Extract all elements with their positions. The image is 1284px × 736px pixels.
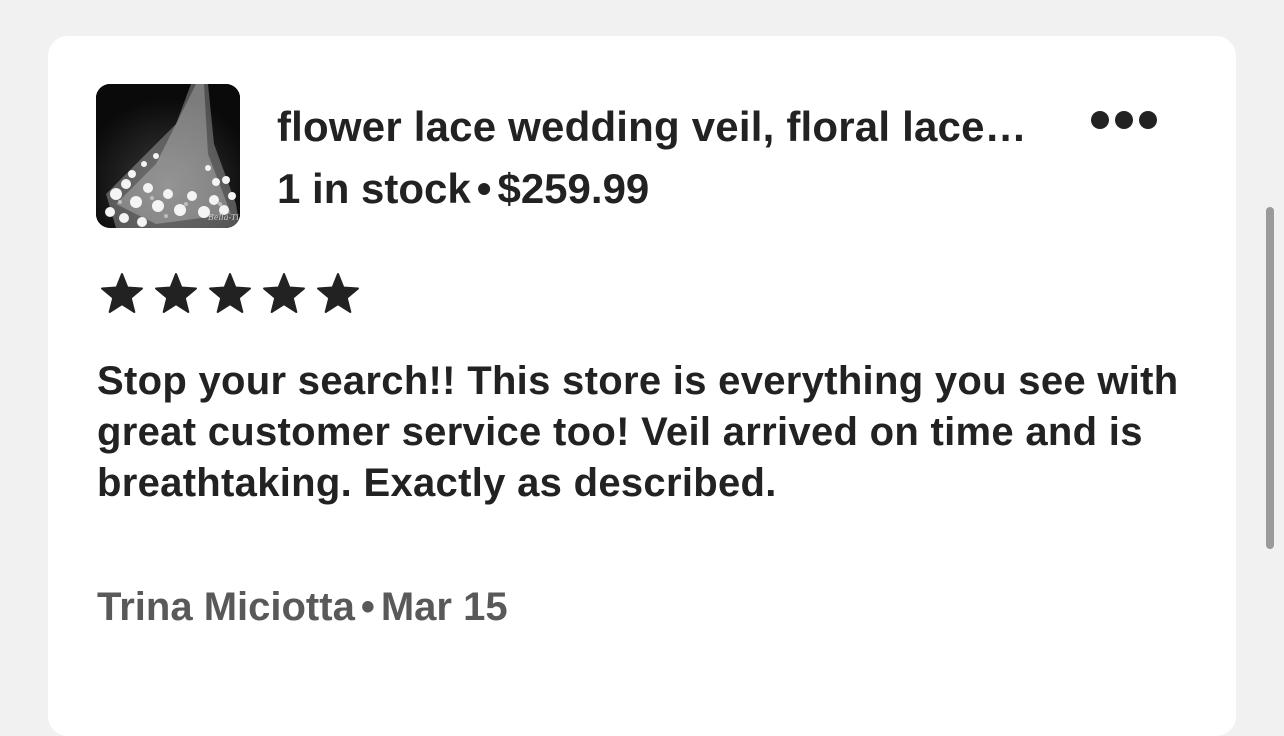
star-icon <box>101 273 143 313</box>
reviewer-name[interactable]: Trina Miciotta <box>97 585 355 629</box>
more-options-button[interactable] <box>1084 102 1174 142</box>
star-icon <box>155 273 197 313</box>
star-icon <box>317 273 359 313</box>
review-date: Mar 15 <box>380 585 508 629</box>
thumbnail-watermark: Bella-Tiara <box>207 213 240 222</box>
separator-dot: • <box>476 165 492 212</box>
stock-count: 1 in stock <box>277 165 471 212</box>
more-horizontal-icon <box>1091 111 1157 129</box>
star-icon <box>209 273 251 313</box>
review-card: Bella-Tiara flower lace wedding veil, fl… <box>48 36 1236 736</box>
star-rating <box>100 272 360 316</box>
stock-price-line: 1 in stock • $259.99 <box>277 164 649 214</box>
listing-price: $259.99 <box>497 165 650 212</box>
listing-thumbnail[interactable]: Bella-Tiara <box>96 84 240 228</box>
review-meta: Trina Miciotta • Mar 15 <box>97 582 508 632</box>
separator-dot: • <box>360 585 375 629</box>
veil-product-photo: Bella-Tiara <box>96 84 240 228</box>
listing-title[interactable]: flower lace wedding veil, floral lace ca… <box>277 102 1037 152</box>
star-icon <box>263 273 305 313</box>
scrollbar-thumb[interactable] <box>1266 207 1274 549</box>
review-text: Stop your search!! This store is everyth… <box>97 359 1179 505</box>
